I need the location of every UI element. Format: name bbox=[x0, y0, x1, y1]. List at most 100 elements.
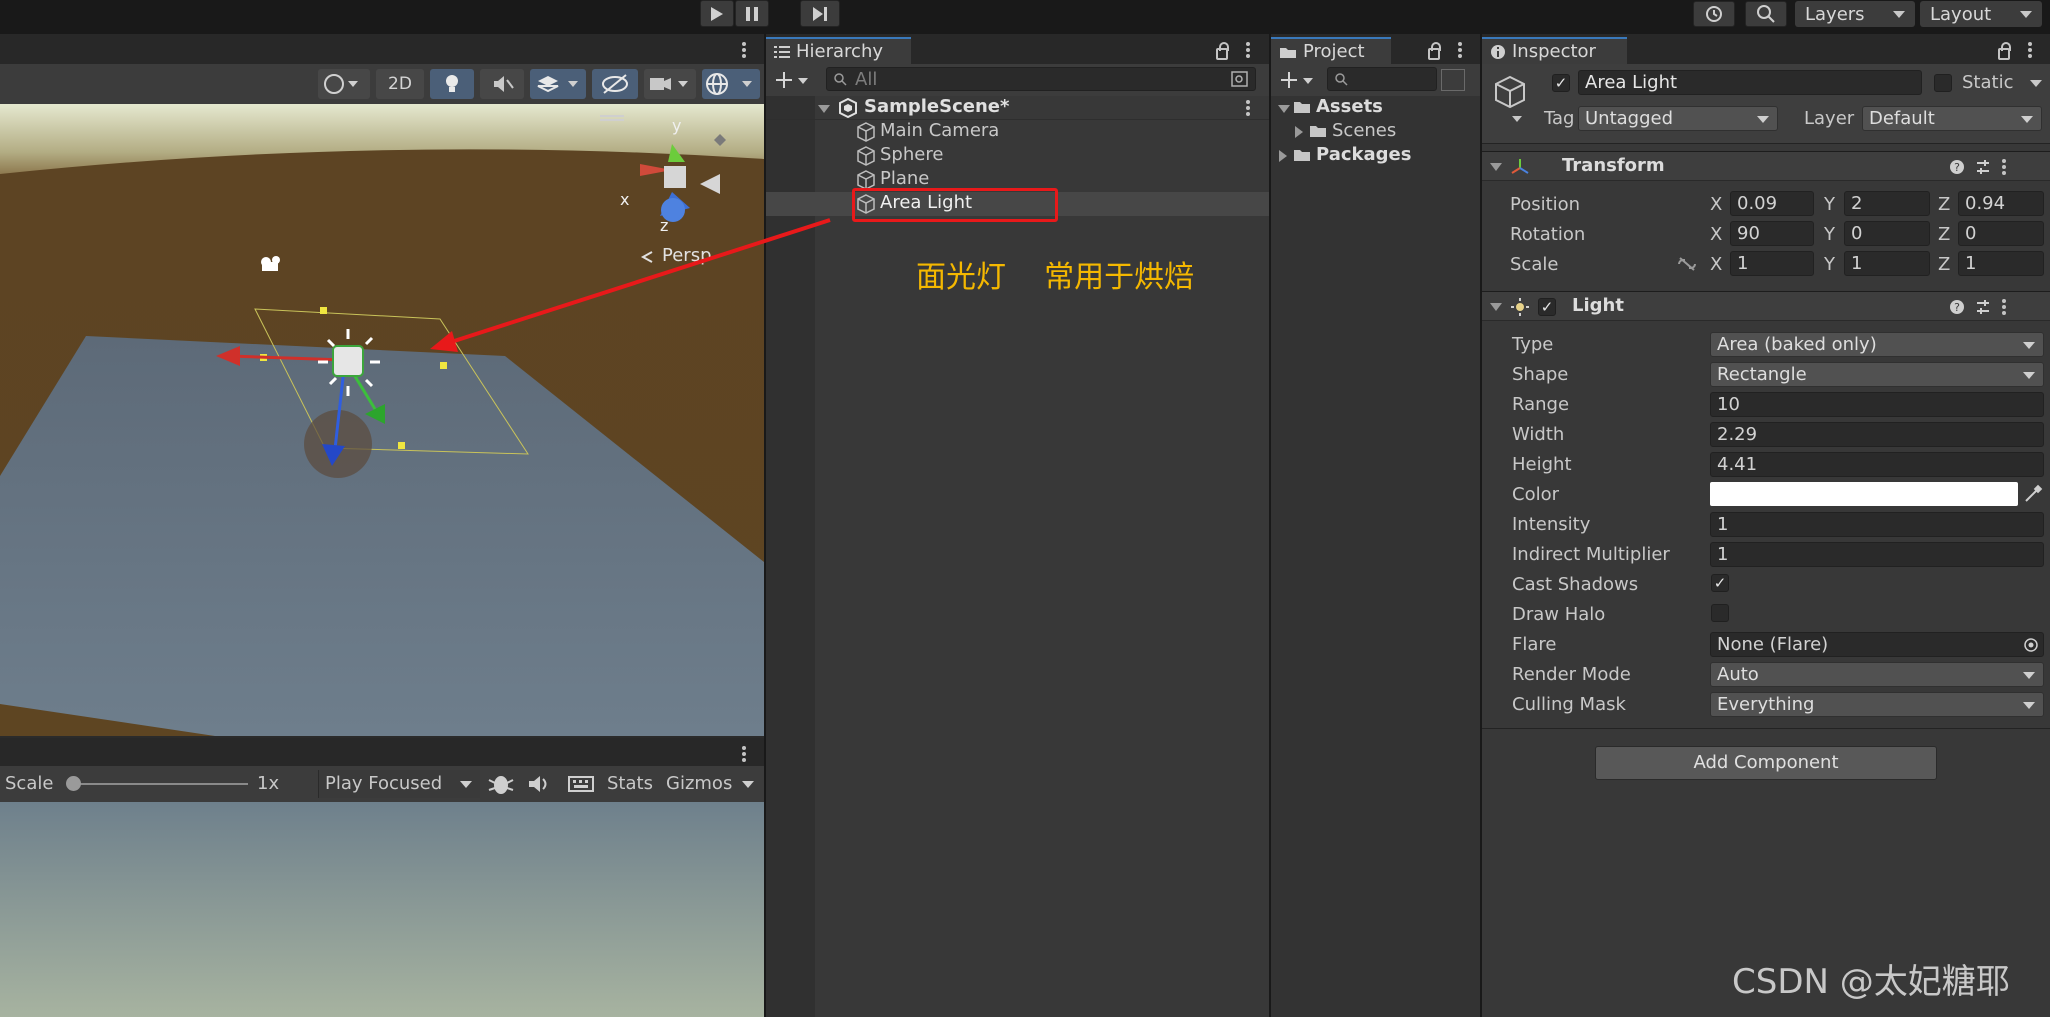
width-field[interactable]: 2.29 bbox=[1710, 422, 2044, 447]
position-y-field[interactable]: 2 bbox=[1844, 191, 1930, 216]
audio-button[interactable] bbox=[524, 770, 554, 798]
foldout-icon[interactable] bbox=[1490, 303, 1502, 311]
help-icon[interactable]: ? bbox=[1948, 158, 1966, 176]
presets-icon[interactable] bbox=[1974, 158, 1992, 176]
camera-settings-button[interactable] bbox=[644, 69, 696, 99]
draw-mode-button[interactable] bbox=[318, 69, 370, 99]
scale-slider-track[interactable] bbox=[70, 783, 248, 785]
scale-slider-thumb[interactable] bbox=[66, 776, 81, 791]
collapse-icon[interactable] bbox=[1279, 150, 1287, 162]
step-button[interactable] bbox=[800, 0, 840, 27]
intensity-field[interactable]: 1 bbox=[1710, 512, 2044, 537]
render-mode-dropdown[interactable]: Auto bbox=[1710, 662, 2044, 687]
tab-inspector[interactable]: Inspector bbox=[1482, 37, 1627, 64]
shape-dropdown[interactable]: Rectangle bbox=[1710, 362, 2044, 387]
project-menu-icon[interactable] bbox=[1458, 42, 1462, 58]
undo-history-button[interactable] bbox=[1693, 1, 1735, 27]
light-header[interactable]: ✓ Light ? bbox=[1482, 291, 2050, 321]
color-swatch[interactable] bbox=[1710, 482, 2018, 506]
collapse-icon[interactable] bbox=[1295, 126, 1303, 138]
add-component-button[interactable]: Add Component bbox=[1595, 746, 1937, 780]
scale-y-field[interactable]: 1 bbox=[1844, 251, 1930, 276]
scene-row-menu-icon[interactable] bbox=[1246, 100, 1250, 116]
persp-label[interactable]: Persp bbox=[662, 245, 712, 266]
tree-item-assets[interactable]: Assets bbox=[1271, 96, 1480, 120]
hierarchy-item[interactable]: Main Camera bbox=[766, 120, 1269, 144]
gizmos-dropdown-label[interactable]: Gizmos bbox=[666, 773, 732, 794]
play-mode-dropdown[interactable]: Play Focused bbox=[318, 770, 480, 798]
expand-icon[interactable] bbox=[1278, 105, 1290, 113]
gizmos-button[interactable] bbox=[702, 69, 760, 99]
scale-z-field[interactable]: 1 bbox=[1958, 251, 2044, 276]
game-viewport[interactable] bbox=[0, 802, 764, 1017]
component-menu-icon[interactable] bbox=[2002, 159, 2006, 175]
eyedropper-icon[interactable] bbox=[2022, 483, 2044, 505]
toggle-2d-button[interactable]: 2D bbox=[376, 69, 424, 99]
lighting-toggle[interactable] bbox=[430, 69, 474, 99]
search-button[interactable] bbox=[1745, 1, 1787, 27]
search-by-type-button[interactable] bbox=[1441, 69, 1465, 91]
inspector-menu-icon[interactable] bbox=[2028, 42, 2032, 58]
range-field[interactable]: 10 bbox=[1710, 392, 2044, 417]
tag-dropdown[interactable]: Untagged bbox=[1578, 106, 1778, 131]
debug-toggle[interactable] bbox=[486, 770, 516, 798]
transform-header[interactable]: Transform ? bbox=[1482, 151, 2050, 181]
stats-button[interactable]: Stats bbox=[607, 773, 653, 794]
tree-item-scenes[interactable]: Scenes bbox=[1271, 120, 1480, 144]
layer-dropdown[interactable]: Default bbox=[1862, 106, 2042, 131]
project-lock-icon[interactable] bbox=[1428, 42, 1441, 60]
active-checkbox[interactable]: ✓ bbox=[1552, 74, 1570, 92]
tab-hierarchy[interactable]: Hierarchy bbox=[766, 37, 911, 64]
effects-toggle[interactable] bbox=[530, 69, 586, 99]
keyboard-button[interactable] bbox=[565, 770, 597, 798]
static-dropdown-caret[interactable] bbox=[2030, 80, 2042, 87]
inspector-lock-icon[interactable] bbox=[1998, 42, 2011, 60]
object-name-field[interactable]: Area Light bbox=[1578, 70, 1922, 95]
rotation-z-field[interactable]: 0 bbox=[1958, 221, 2044, 246]
component-menu-icon[interactable] bbox=[2002, 299, 2006, 315]
project-search-input[interactable] bbox=[1327, 67, 1437, 91]
tree-item-packages[interactable]: Packages bbox=[1271, 144, 1480, 168]
culling-mask-dropdown[interactable]: Everything bbox=[1710, 692, 2044, 717]
hierarchy-menu-icon[interactable] bbox=[1246, 42, 1250, 58]
type-dropdown[interactable]: Area (baked only) bbox=[1710, 332, 2044, 357]
create-button[interactable] bbox=[772, 67, 812, 93]
help-icon[interactable]: ? bbox=[1948, 298, 1966, 316]
static-checkbox[interactable] bbox=[1934, 74, 1952, 92]
hidden-objects-toggle[interactable] bbox=[592, 69, 638, 99]
project-create-button[interactable] bbox=[1277, 67, 1317, 93]
audio-toggle[interactable] bbox=[480, 69, 524, 99]
hierarchy-item[interactable]: Sphere bbox=[766, 144, 1269, 168]
position-x-field[interactable]: 0.09 bbox=[1730, 191, 1814, 216]
indirect-multiplier-field[interactable]: 1 bbox=[1710, 542, 2044, 567]
icon-picker-caret[interactable] bbox=[1512, 116, 1522, 122]
rotation-x-field[interactable]: 90 bbox=[1730, 221, 1814, 246]
link-broken-icon[interactable] bbox=[1676, 256, 1698, 272]
scale-value: 1x bbox=[257, 773, 280, 794]
pause-button[interactable] bbox=[735, 0, 769, 27]
scene-menu-icon[interactable] bbox=[742, 42, 746, 58]
layers-dropdown[interactable]: Layers bbox=[1795, 1, 1915, 27]
height-field[interactable]: 4.41 bbox=[1710, 452, 2044, 477]
scene-row[interactable]: SampleScene* bbox=[766, 96, 1269, 120]
game-menu-icon[interactable] bbox=[742, 746, 746, 762]
light-enabled-checkbox[interactable]: ✓ bbox=[1538, 298, 1556, 316]
draw-halo-checkbox[interactable] bbox=[1711, 604, 1729, 622]
tab-project[interactable]: Project bbox=[1271, 37, 1391, 64]
scene-viewport[interactable]: x y z Persp bbox=[0, 104, 764, 736]
expand-icon[interactable] bbox=[818, 105, 830, 113]
layout-dropdown[interactable]: Layout bbox=[1920, 1, 2042, 27]
play-button[interactable] bbox=[700, 0, 734, 27]
hierarchy-lock-icon[interactable] bbox=[1216, 42, 1229, 60]
flare-field[interactable]: None (Flare) bbox=[1710, 632, 2044, 657]
foldout-icon[interactable] bbox=[1490, 163, 1502, 171]
gizmos-caret-icon[interactable] bbox=[742, 781, 754, 788]
object-picker-icon[interactable] bbox=[2023, 637, 2039, 653]
search-options-icon bbox=[1231, 71, 1248, 87]
presets-icon[interactable] bbox=[1974, 298, 1992, 316]
scale-x-field[interactable]: 1 bbox=[1730, 251, 1814, 276]
cast-shadows-checkbox[interactable]: ✓ bbox=[1711, 574, 1729, 592]
position-z-field[interactable]: 0.94 bbox=[1958, 191, 2044, 216]
hierarchy-search-input[interactable]: All bbox=[826, 67, 1256, 91]
rotation-y-field[interactable]: 0 bbox=[1844, 221, 1930, 246]
